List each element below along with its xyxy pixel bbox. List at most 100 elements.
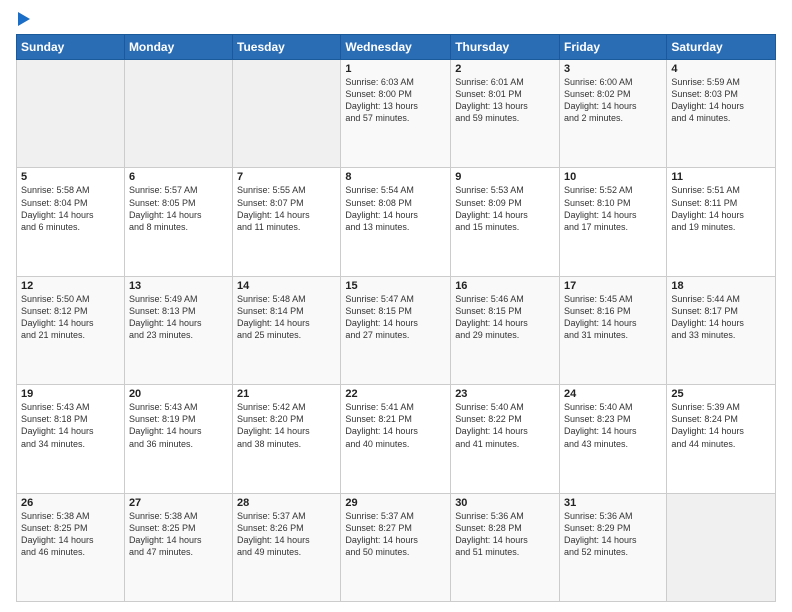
day-info: Sunrise: 5:37 AM Sunset: 8:26 PM Dayligh… xyxy=(237,510,336,559)
day-number: 11 xyxy=(671,171,771,183)
calendar-cell: 2Sunrise: 6:01 AM Sunset: 8:01 PM Daylig… xyxy=(451,60,560,168)
calendar-cell: 19Sunrise: 5:43 AM Sunset: 8:18 PM Dayli… xyxy=(17,385,125,493)
day-number: 10 xyxy=(564,171,662,183)
day-number: 17 xyxy=(564,280,662,292)
day-info: Sunrise: 5:38 AM Sunset: 8:25 PM Dayligh… xyxy=(21,510,120,559)
calendar-cell: 17Sunrise: 5:45 AM Sunset: 8:16 PM Dayli… xyxy=(560,276,667,384)
calendar-cell: 29Sunrise: 5:37 AM Sunset: 8:27 PM Dayli… xyxy=(341,493,451,601)
day-number: 20 xyxy=(129,388,228,400)
calendar-cell: 27Sunrise: 5:38 AM Sunset: 8:25 PM Dayli… xyxy=(124,493,232,601)
calendar-cell: 15Sunrise: 5:47 AM Sunset: 8:15 PM Dayli… xyxy=(341,276,451,384)
day-info: Sunrise: 6:00 AM Sunset: 8:02 PM Dayligh… xyxy=(564,76,662,125)
calendar-week-row: 19Sunrise: 5:43 AM Sunset: 8:18 PM Dayli… xyxy=(17,385,776,493)
day-number: 30 xyxy=(455,497,555,509)
day-info: Sunrise: 5:53 AM Sunset: 8:09 PM Dayligh… xyxy=(455,184,555,233)
calendar-cell: 25Sunrise: 5:39 AM Sunset: 8:24 PM Dayli… xyxy=(667,385,776,493)
day-info: Sunrise: 5:44 AM Sunset: 8:17 PM Dayligh… xyxy=(671,293,771,342)
day-number: 23 xyxy=(455,388,555,400)
calendar-cell: 6Sunrise: 5:57 AM Sunset: 8:05 PM Daylig… xyxy=(124,168,232,276)
weekday-header-tuesday: Tuesday xyxy=(233,35,341,60)
day-number: 12 xyxy=(21,280,120,292)
day-info: Sunrise: 5:41 AM Sunset: 8:21 PM Dayligh… xyxy=(345,401,446,450)
day-number: 8 xyxy=(345,171,446,183)
weekday-header-monday: Monday xyxy=(124,35,232,60)
day-info: Sunrise: 5:47 AM Sunset: 8:15 PM Dayligh… xyxy=(345,293,446,342)
day-number: 28 xyxy=(237,497,336,509)
day-info: Sunrise: 6:01 AM Sunset: 8:01 PM Dayligh… xyxy=(455,76,555,125)
day-number: 1 xyxy=(345,63,446,75)
day-number: 22 xyxy=(345,388,446,400)
day-info: Sunrise: 5:46 AM Sunset: 8:15 PM Dayligh… xyxy=(455,293,555,342)
day-info: Sunrise: 5:49 AM Sunset: 8:13 PM Dayligh… xyxy=(129,293,228,342)
calendar-cell: 11Sunrise: 5:51 AM Sunset: 8:11 PM Dayli… xyxy=(667,168,776,276)
calendar-cell: 31Sunrise: 5:36 AM Sunset: 8:29 PM Dayli… xyxy=(560,493,667,601)
calendar-cell: 21Sunrise: 5:42 AM Sunset: 8:20 PM Dayli… xyxy=(233,385,341,493)
calendar-cell xyxy=(17,60,125,168)
day-info: Sunrise: 5:36 AM Sunset: 8:29 PM Dayligh… xyxy=(564,510,662,559)
weekday-header-friday: Friday xyxy=(560,35,667,60)
calendar-cell: 7Sunrise: 5:55 AM Sunset: 8:07 PM Daylig… xyxy=(233,168,341,276)
day-info: Sunrise: 5:51 AM Sunset: 8:11 PM Dayligh… xyxy=(671,184,771,233)
calendar-cell: 23Sunrise: 5:40 AM Sunset: 8:22 PM Dayli… xyxy=(451,385,560,493)
day-info: Sunrise: 5:45 AM Sunset: 8:16 PM Dayligh… xyxy=(564,293,662,342)
day-number: 16 xyxy=(455,280,555,292)
calendar-cell: 4Sunrise: 5:59 AM Sunset: 8:03 PM Daylig… xyxy=(667,60,776,168)
weekday-header-row: SundayMondayTuesdayWednesdayThursdayFrid… xyxy=(17,35,776,60)
day-number: 27 xyxy=(129,497,228,509)
day-info: Sunrise: 6:03 AM Sunset: 8:00 PM Dayligh… xyxy=(345,76,446,125)
weekday-header-sunday: Sunday xyxy=(17,35,125,60)
day-number: 19 xyxy=(21,388,120,400)
calendar-cell: 12Sunrise: 5:50 AM Sunset: 8:12 PM Dayli… xyxy=(17,276,125,384)
day-info: Sunrise: 5:52 AM Sunset: 8:10 PM Dayligh… xyxy=(564,184,662,233)
day-number: 13 xyxy=(129,280,228,292)
weekday-header-wednesday: Wednesday xyxy=(341,35,451,60)
calendar-week-row: 1Sunrise: 6:03 AM Sunset: 8:00 PM Daylig… xyxy=(17,60,776,168)
day-number: 31 xyxy=(564,497,662,509)
calendar-cell: 24Sunrise: 5:40 AM Sunset: 8:23 PM Dayli… xyxy=(560,385,667,493)
day-number: 29 xyxy=(345,497,446,509)
day-number: 7 xyxy=(237,171,336,183)
day-info: Sunrise: 5:37 AM Sunset: 8:27 PM Dayligh… xyxy=(345,510,446,559)
calendar-cell: 5Sunrise: 5:58 AM Sunset: 8:04 PM Daylig… xyxy=(17,168,125,276)
day-info: Sunrise: 5:40 AM Sunset: 8:23 PM Dayligh… xyxy=(564,401,662,450)
day-info: Sunrise: 5:58 AM Sunset: 8:04 PM Dayligh… xyxy=(21,184,120,233)
day-info: Sunrise: 5:59 AM Sunset: 8:03 PM Dayligh… xyxy=(671,76,771,125)
calendar-cell xyxy=(233,60,341,168)
day-number: 6 xyxy=(129,171,228,183)
day-info: Sunrise: 5:57 AM Sunset: 8:05 PM Dayligh… xyxy=(129,184,228,233)
calendar-cell: 30Sunrise: 5:36 AM Sunset: 8:28 PM Dayli… xyxy=(451,493,560,601)
calendar-cell xyxy=(124,60,232,168)
day-info: Sunrise: 5:43 AM Sunset: 8:19 PM Dayligh… xyxy=(129,401,228,450)
day-info: Sunrise: 5:43 AM Sunset: 8:18 PM Dayligh… xyxy=(21,401,120,450)
logo-line1 xyxy=(16,12,30,26)
weekday-header-saturday: Saturday xyxy=(667,35,776,60)
calendar-cell: 13Sunrise: 5:49 AM Sunset: 8:13 PM Dayli… xyxy=(124,276,232,384)
day-number: 4 xyxy=(671,63,771,75)
calendar-week-row: 26Sunrise: 5:38 AM Sunset: 8:25 PM Dayli… xyxy=(17,493,776,601)
day-number: 21 xyxy=(237,388,336,400)
calendar-cell: 8Sunrise: 5:54 AM Sunset: 8:08 PM Daylig… xyxy=(341,168,451,276)
day-info: Sunrise: 5:38 AM Sunset: 8:25 PM Dayligh… xyxy=(129,510,228,559)
calendar-cell: 9Sunrise: 5:53 AM Sunset: 8:09 PM Daylig… xyxy=(451,168,560,276)
day-number: 18 xyxy=(671,280,771,292)
calendar-cell: 10Sunrise: 5:52 AM Sunset: 8:10 PM Dayli… xyxy=(560,168,667,276)
calendar-cell xyxy=(667,493,776,601)
logo xyxy=(16,12,30,26)
day-info: Sunrise: 5:42 AM Sunset: 8:20 PM Dayligh… xyxy=(237,401,336,450)
calendar-week-row: 5Sunrise: 5:58 AM Sunset: 8:04 PM Daylig… xyxy=(17,168,776,276)
day-info: Sunrise: 5:50 AM Sunset: 8:12 PM Dayligh… xyxy=(21,293,120,342)
day-number: 14 xyxy=(237,280,336,292)
day-info: Sunrise: 5:40 AM Sunset: 8:22 PM Dayligh… xyxy=(455,401,555,450)
calendar-cell: 22Sunrise: 5:41 AM Sunset: 8:21 PM Dayli… xyxy=(341,385,451,493)
day-number: 15 xyxy=(345,280,446,292)
calendar-cell: 26Sunrise: 5:38 AM Sunset: 8:25 PM Dayli… xyxy=(17,493,125,601)
calendar-cell: 16Sunrise: 5:46 AM Sunset: 8:15 PM Dayli… xyxy=(451,276,560,384)
calendar-cell: 14Sunrise: 5:48 AM Sunset: 8:14 PM Dayli… xyxy=(233,276,341,384)
calendar-cell: 1Sunrise: 6:03 AM Sunset: 8:00 PM Daylig… xyxy=(341,60,451,168)
calendar-week-row: 12Sunrise: 5:50 AM Sunset: 8:12 PM Dayli… xyxy=(17,276,776,384)
header xyxy=(16,12,776,26)
day-info: Sunrise: 5:39 AM Sunset: 8:24 PM Dayligh… xyxy=(671,401,771,450)
day-info: Sunrise: 5:48 AM Sunset: 8:14 PM Dayligh… xyxy=(237,293,336,342)
day-info: Sunrise: 5:55 AM Sunset: 8:07 PM Dayligh… xyxy=(237,184,336,233)
calendar-cell: 3Sunrise: 6:00 AM Sunset: 8:02 PM Daylig… xyxy=(560,60,667,168)
